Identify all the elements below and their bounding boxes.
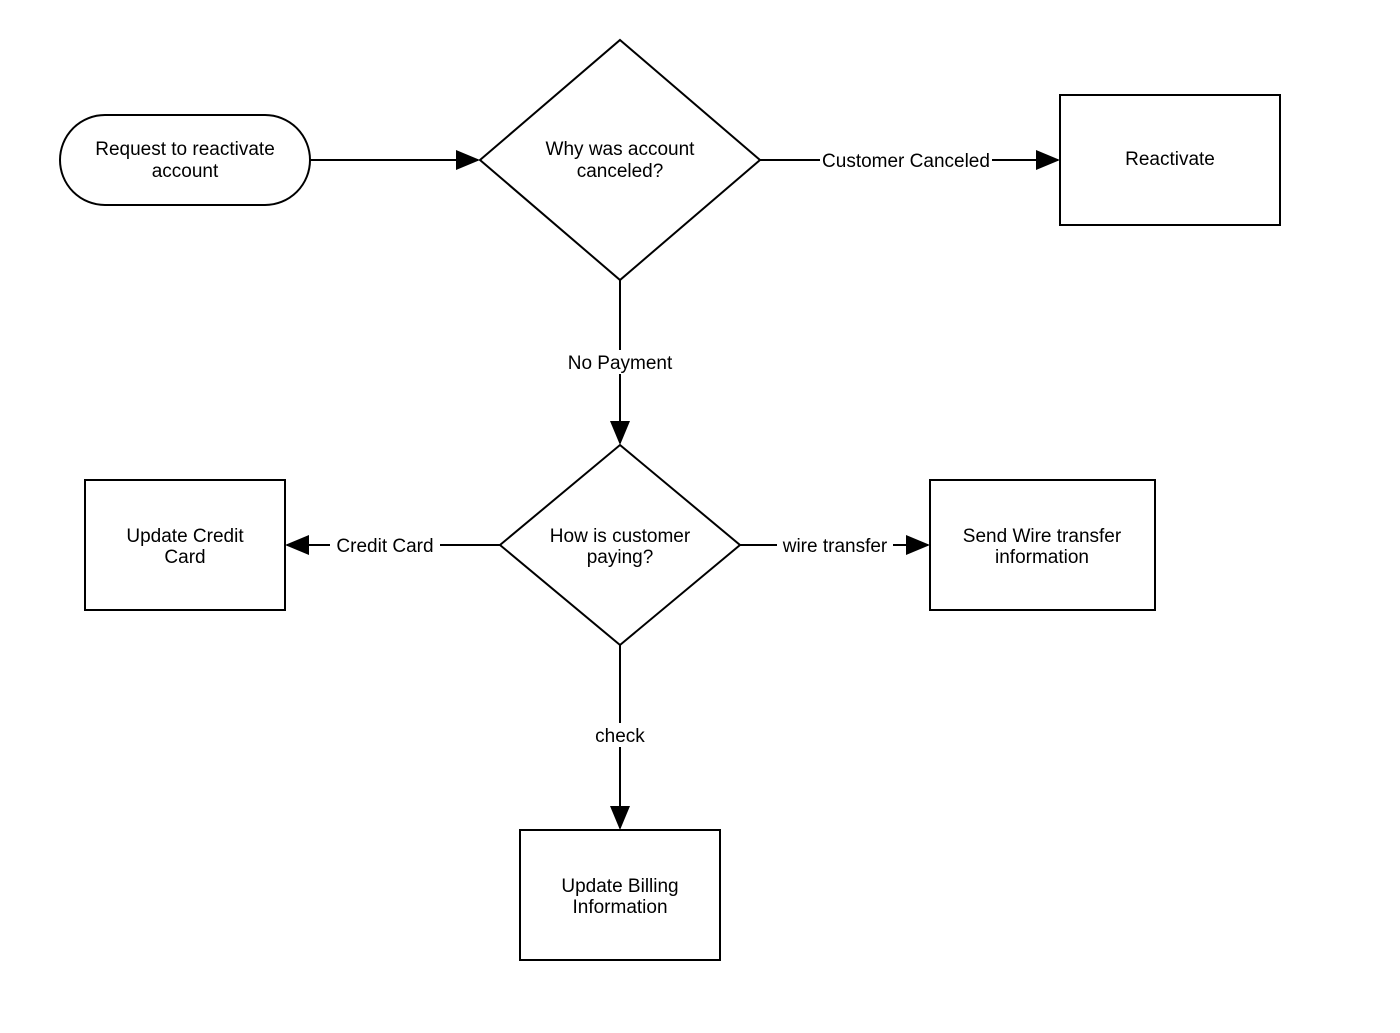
node-update-credit-card: Update Credit Card [85, 480, 285, 610]
node-decision-canceled-label-1: Why was account [546, 139, 696, 160]
node-update-billing-label-1: Update Billing [561, 876, 678, 897]
node-reactivate-label: Reactivate [1125, 149, 1215, 170]
edge-label-customer-canceled: Customer Canceled [822, 151, 990, 172]
flowchart-canvas: Request to reactivate account Why was ac… [0, 0, 1400, 1033]
edge-label-check: check [595, 726, 645, 747]
node-update-billing: Update Billing Information [520, 830, 720, 960]
node-update-card-label-2: Card [164, 547, 205, 568]
node-send-wire: Send Wire transfer information [930, 480, 1155, 610]
node-decision-paying-label-1: How is customer [550, 526, 691, 547]
node-decision-paying: How is customer paying? [500, 445, 740, 645]
node-send-wire-label-2: information [995, 547, 1089, 568]
node-update-card-label-1: Update Credit [126, 526, 244, 547]
node-start-label-1: Request to reactivate [95, 139, 275, 160]
edge-label-credit-card: Credit Card [336, 536, 433, 557]
edge-label-no-payment: No Payment [568, 353, 673, 374]
edge-decision2-to-send-wire: wire transfer [740, 533, 928, 557]
edge-decision2-to-update-billing: check [590, 645, 650, 828]
node-decision-paying-label-2: paying? [587, 547, 654, 568]
edge-decision2-to-update-card: Credit Card [287, 533, 500, 557]
edge-decision1-to-reactivate: Customer Canceled [760, 148, 1058, 172]
node-send-wire-label-1: Send Wire transfer [963, 526, 1122, 547]
node-reactivate: Reactivate [1060, 95, 1280, 225]
node-start: Request to reactivate account [60, 115, 310, 205]
edge-decision1-to-decision2: No Payment [565, 280, 675, 443]
edge-label-wire-transfer: wire transfer [782, 536, 888, 557]
node-update-billing-label-2: Information [572, 897, 667, 918]
node-start-label-2: account [152, 161, 219, 182]
node-decision-canceled: Why was account canceled? [480, 40, 760, 280]
node-decision-canceled-label-2: canceled? [577, 161, 664, 182]
